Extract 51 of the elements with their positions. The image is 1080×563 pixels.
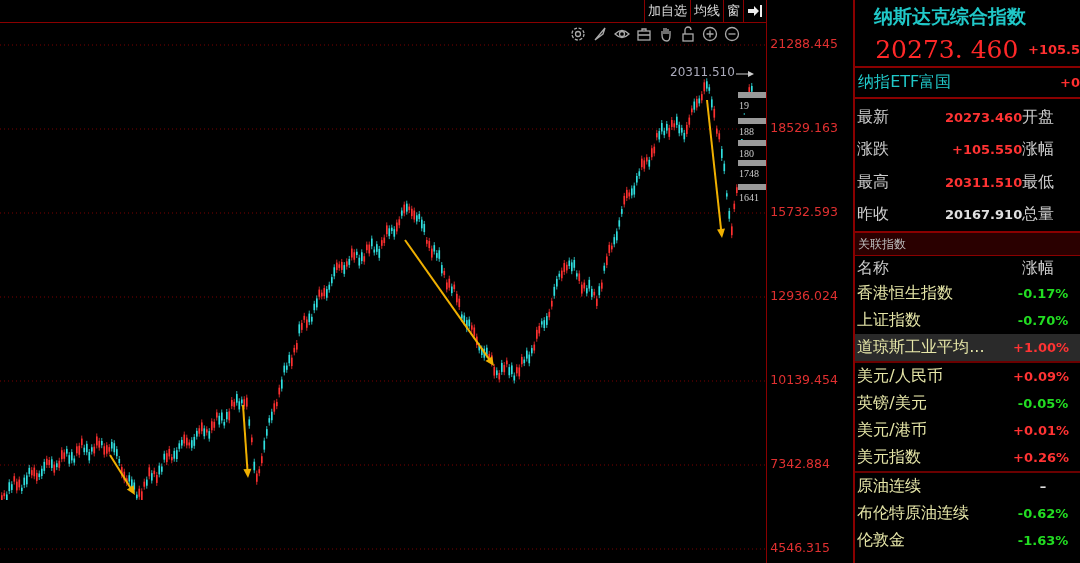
axis-label: 18529.163 <box>770 120 838 135</box>
field-value: +105.550 <box>951 142 1023 158</box>
pointer-arrow-icon <box>736 71 754 77</box>
toolbar-button[interactable]: 均线 <box>690 0 724 22</box>
field-value: 20273.460 <box>943 109 1023 125</box>
index-row[interactable]: 香港恒生指数 -0.17% <box>855 280 1080 307</box>
field-value: 20311.510 <box>943 174 1023 190</box>
field-label: 涨幅 <box>1022 139 1055 161</box>
axis-label: 10139.454 <box>770 372 838 387</box>
axis-label: 4546.315 <box>770 540 830 555</box>
toolbar-button[interactable]: 加自选 <box>644 0 691 22</box>
index-row[interactable]: 布伦特原油连续 -0.62% <box>855 500 1080 527</box>
briefcase-icon[interactable] <box>636 26 653 42</box>
toolbar-button[interactable]: 窗 <box>723 0 744 22</box>
axis-label: 12936.024 <box>770 288 838 303</box>
index-title: 纳斯达克综合指数 <box>873 4 1028 29</box>
pen-icon[interactable] <box>592 26 609 42</box>
field-label: 涨跌 <box>857 139 891 161</box>
section-header: 关联指数 <box>855 233 1080 256</box>
price-tag: 19 <box>738 92 767 113</box>
index-row[interactable]: 美元/人民币 +0.09% <box>855 363 1080 390</box>
zoom-out-icon[interactable] <box>724 26 741 42</box>
index-row[interactable]: 道琼斯工业平均... +1.00% <box>855 334 1080 361</box>
etf-change: +0 <box>1060 75 1080 90</box>
index-row[interactable]: 美元指数 +0.26% <box>855 444 1080 471</box>
settings-icon[interactable] <box>570 26 587 42</box>
field-label: 最新 <box>857 106 891 128</box>
peak-price-label: 20311.510 <box>670 65 735 79</box>
index-row[interactable]: 原油连续 – <box>855 473 1080 500</box>
column-header: 名称 <box>856 257 891 279</box>
column-header: 涨幅 <box>1022 257 1055 279</box>
index-row[interactable]: 美元/港币 +0.01% <box>855 417 1080 444</box>
axis-label: 7342.884 <box>770 456 830 471</box>
field-label: 最低 <box>1022 171 1055 193</box>
axis-label: 15732.593 <box>770 204 838 219</box>
field-value: 20167.910 <box>943 207 1023 223</box>
field-label: 最高 <box>857 171 891 193</box>
index-price: 20273. 460 <box>875 34 1019 64</box>
field-label: 总量 <box>1022 204 1055 226</box>
field-label: 昨收 <box>857 204 891 226</box>
price-tag: 188 <box>738 118 767 139</box>
index-row[interactable]: 上证指数 -0.70% <box>855 307 1080 334</box>
zoom-in-icon[interactable] <box>702 26 719 42</box>
etf-name[interactable]: 纳指ETF富国 <box>858 72 952 93</box>
arrow-to-bar-icon <box>747 4 764 18</box>
index-row[interactable]: 伦敦金 -1.63% <box>855 527 1080 554</box>
index-change: +105.5 <box>1028 41 1080 57</box>
lock-icon[interactable] <box>680 26 697 42</box>
index-row[interactable]: 英镑/美元 -0.05% <box>855 390 1080 417</box>
field-label: 开盘 <box>1022 106 1055 128</box>
axis-label: 21288.445 <box>770 36 838 51</box>
